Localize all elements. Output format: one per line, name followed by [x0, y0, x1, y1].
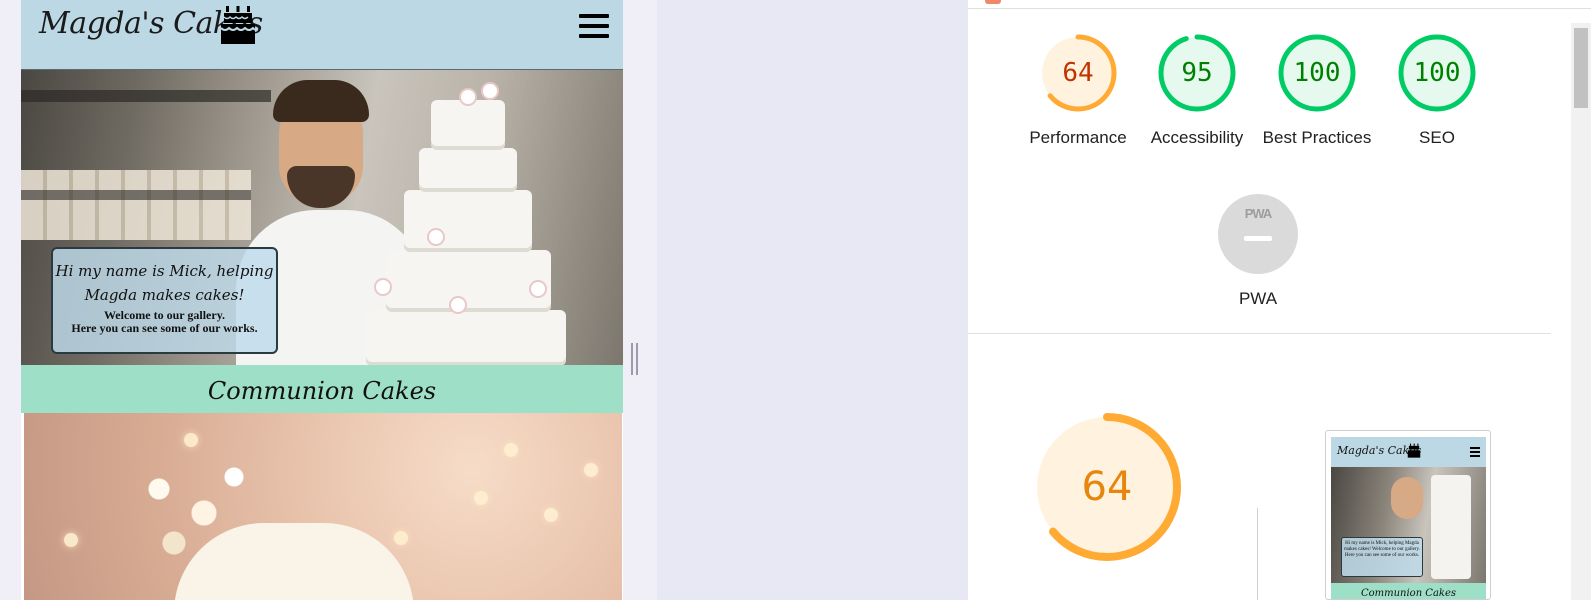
hero-pastries	[21, 170, 251, 240]
hamburger-menu-icon[interactable]	[579, 14, 609, 40]
cake-flower	[483, 84, 497, 98]
pane-resize-handle[interactable]	[631, 343, 638, 375]
thumb-hero: Hi my name is Mick, helping Magda makes …	[1331, 467, 1486, 583]
vertical-divider	[1257, 508, 1258, 600]
communion-cake-image[interactable]	[24, 413, 622, 600]
hero-caption-text: Welcome to our gallery. Here you can see…	[53, 309, 276, 335]
hero-shelf	[21, 90, 271, 102]
lighthouse-report: 64 Performance 95 Accessibility 100 Best…	[968, 0, 1591, 600]
thumb-header: Magda's Cakes	[1331, 437, 1486, 467]
section-divider	[968, 333, 1551, 334]
cake-tier	[386, 250, 551, 312]
gauge-score: 95	[1181, 58, 1213, 88]
thumb-chef	[1391, 477, 1423, 519]
birthday-cake-icon	[1407, 443, 1421, 458]
bokeh-light	[184, 433, 198, 447]
performance-score-value: 64	[1081, 464, 1133, 510]
gauge-pwa[interactable]: PWA PWA	[1203, 194, 1313, 311]
bokeh-light	[544, 508, 558, 522]
scrollbar-thumb[interactable]	[1574, 28, 1588, 108]
section-title-bar: Communion Cakes	[21, 365, 623, 413]
cake-tier	[404, 190, 532, 252]
bokeh-light	[504, 443, 518, 457]
final-screenshot-thumbnail[interactable]: Magda's Cakes Hi my name is Mick, helpin…	[1325, 430, 1491, 600]
thumb-cake	[1431, 475, 1471, 579]
lighthouse-icon	[985, 0, 1001, 4]
cake-flower	[461, 90, 475, 104]
bokeh-light	[64, 533, 78, 547]
cake-flower	[376, 280, 390, 294]
gauge-label: Best Practices	[1262, 128, 1372, 147]
cake-flower	[451, 298, 465, 312]
bokeh-light	[584, 463, 598, 477]
report-topbar	[968, 0, 1591, 9]
birthday-cake-icon	[220, 6, 256, 44]
gauge-score: 64	[1062, 58, 1094, 88]
gauge-accessibility[interactable]: 95 Accessibility	[1142, 33, 1252, 150]
gauge-performance[interactable]: 64 Performance	[1023, 33, 1133, 150]
cake-tier	[366, 310, 566, 365]
report-scrollbar[interactable]	[1571, 23, 1591, 600]
hamburger-menu-icon	[1470, 447, 1480, 457]
gauge-label: PWA	[1238, 289, 1278, 308]
gauge-label: SEO	[1419, 128, 1455, 147]
gauge-seo[interactable]: 100 SEO	[1382, 33, 1492, 150]
hero-image: Hi my name is Mick, helping Magda makes …	[21, 70, 623, 365]
chef-beard	[287, 166, 355, 208]
bokeh-light	[474, 491, 488, 505]
hero-caption-works: Here you can see some of our works.	[71, 321, 258, 335]
cake-tier	[431, 100, 505, 150]
hero-caption-heading: Hi my name is Mick, helping Magda makes …	[55, 262, 274, 304]
pwa-dash	[1244, 236, 1272, 241]
gauge-score: 100	[1293, 58, 1341, 88]
thumb-section-title: Communion Cakes	[1331, 583, 1486, 599]
cake-tier	[419, 148, 517, 192]
bokeh-light	[394, 531, 408, 545]
mobile-site-preview: Magda's Cakes Hi my name is Mick, helpin…	[21, 0, 623, 600]
hero-shelf	[21, 190, 251, 200]
pwa-icon: PWA	[1218, 194, 1298, 274]
gauge-label: Performance	[1029, 128, 1127, 147]
chef-hair	[273, 80, 369, 122]
cake-flower	[429, 230, 443, 244]
thumb-caption: Hi my name is Mick, helping Magda makes …	[1341, 537, 1423, 577]
gauge-score: 100	[1413, 58, 1461, 88]
pwa-badge-text: PWA	[1244, 206, 1273, 221]
cake-flower	[531, 282, 545, 296]
cake-flowers	[114, 453, 264, 573]
section-title: Communion Cakes	[207, 377, 437, 405]
hero-caption-box: Hi my name is Mick, helping Magda makes …	[51, 247, 278, 354]
gauge-best-practices[interactable]: 100 Best Practices	[1262, 33, 1372, 150]
performance-score-gauge: 64	[1032, 412, 1182, 562]
gauge-label: Accessibility	[1150, 128, 1244, 147]
site-header: Magda's Cakes	[21, 0, 623, 70]
